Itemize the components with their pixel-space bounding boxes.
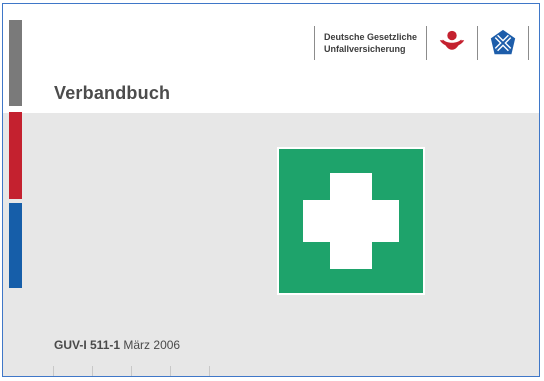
red-eagle-shield-icon [436, 27, 468, 59]
document-code: GUV-I 511-1 [54, 338, 121, 352]
bottom-tick [209, 366, 210, 376]
header-divider [314, 26, 315, 60]
document-date: März 2006 [123, 338, 181, 352]
organization-line-1: Deutsche Gesetzliche [324, 32, 418, 42]
bottom-tick [92, 366, 93, 376]
header-divider [528, 26, 530, 60]
document-page: Deutsche Gesetzliche Unfallversicherung [0, 0, 544, 381]
first-aid-sign [277, 147, 425, 295]
header-logos: Deutsche Gesetzliche Unfallversicherung [314, 22, 530, 64]
document-title: Verbandbuch [54, 83, 171, 103]
bottom-tick [53, 366, 54, 376]
side-bar-gray [9, 20, 22, 106]
side-bar-red [9, 112, 22, 199]
bottom-tick [170, 366, 171, 376]
first-aid-cross-icon [279, 149, 423, 293]
blue-x-emblem-icon [487, 27, 519, 59]
bottom-tick [131, 366, 132, 376]
organization-name: Deutsche Gesetzliche Unfallversicherung [324, 31, 417, 55]
organization-line-2: Unfallversicherung [324, 44, 406, 54]
document-frame: Deutsche Gesetzliche Unfallversicherung [2, 3, 540, 377]
header-divider [426, 26, 428, 60]
side-bar-blue [9, 203, 22, 288]
header-divider [477, 26, 479, 60]
document-identifier: GUV-I 511-1 März 2006 [54, 338, 180, 352]
